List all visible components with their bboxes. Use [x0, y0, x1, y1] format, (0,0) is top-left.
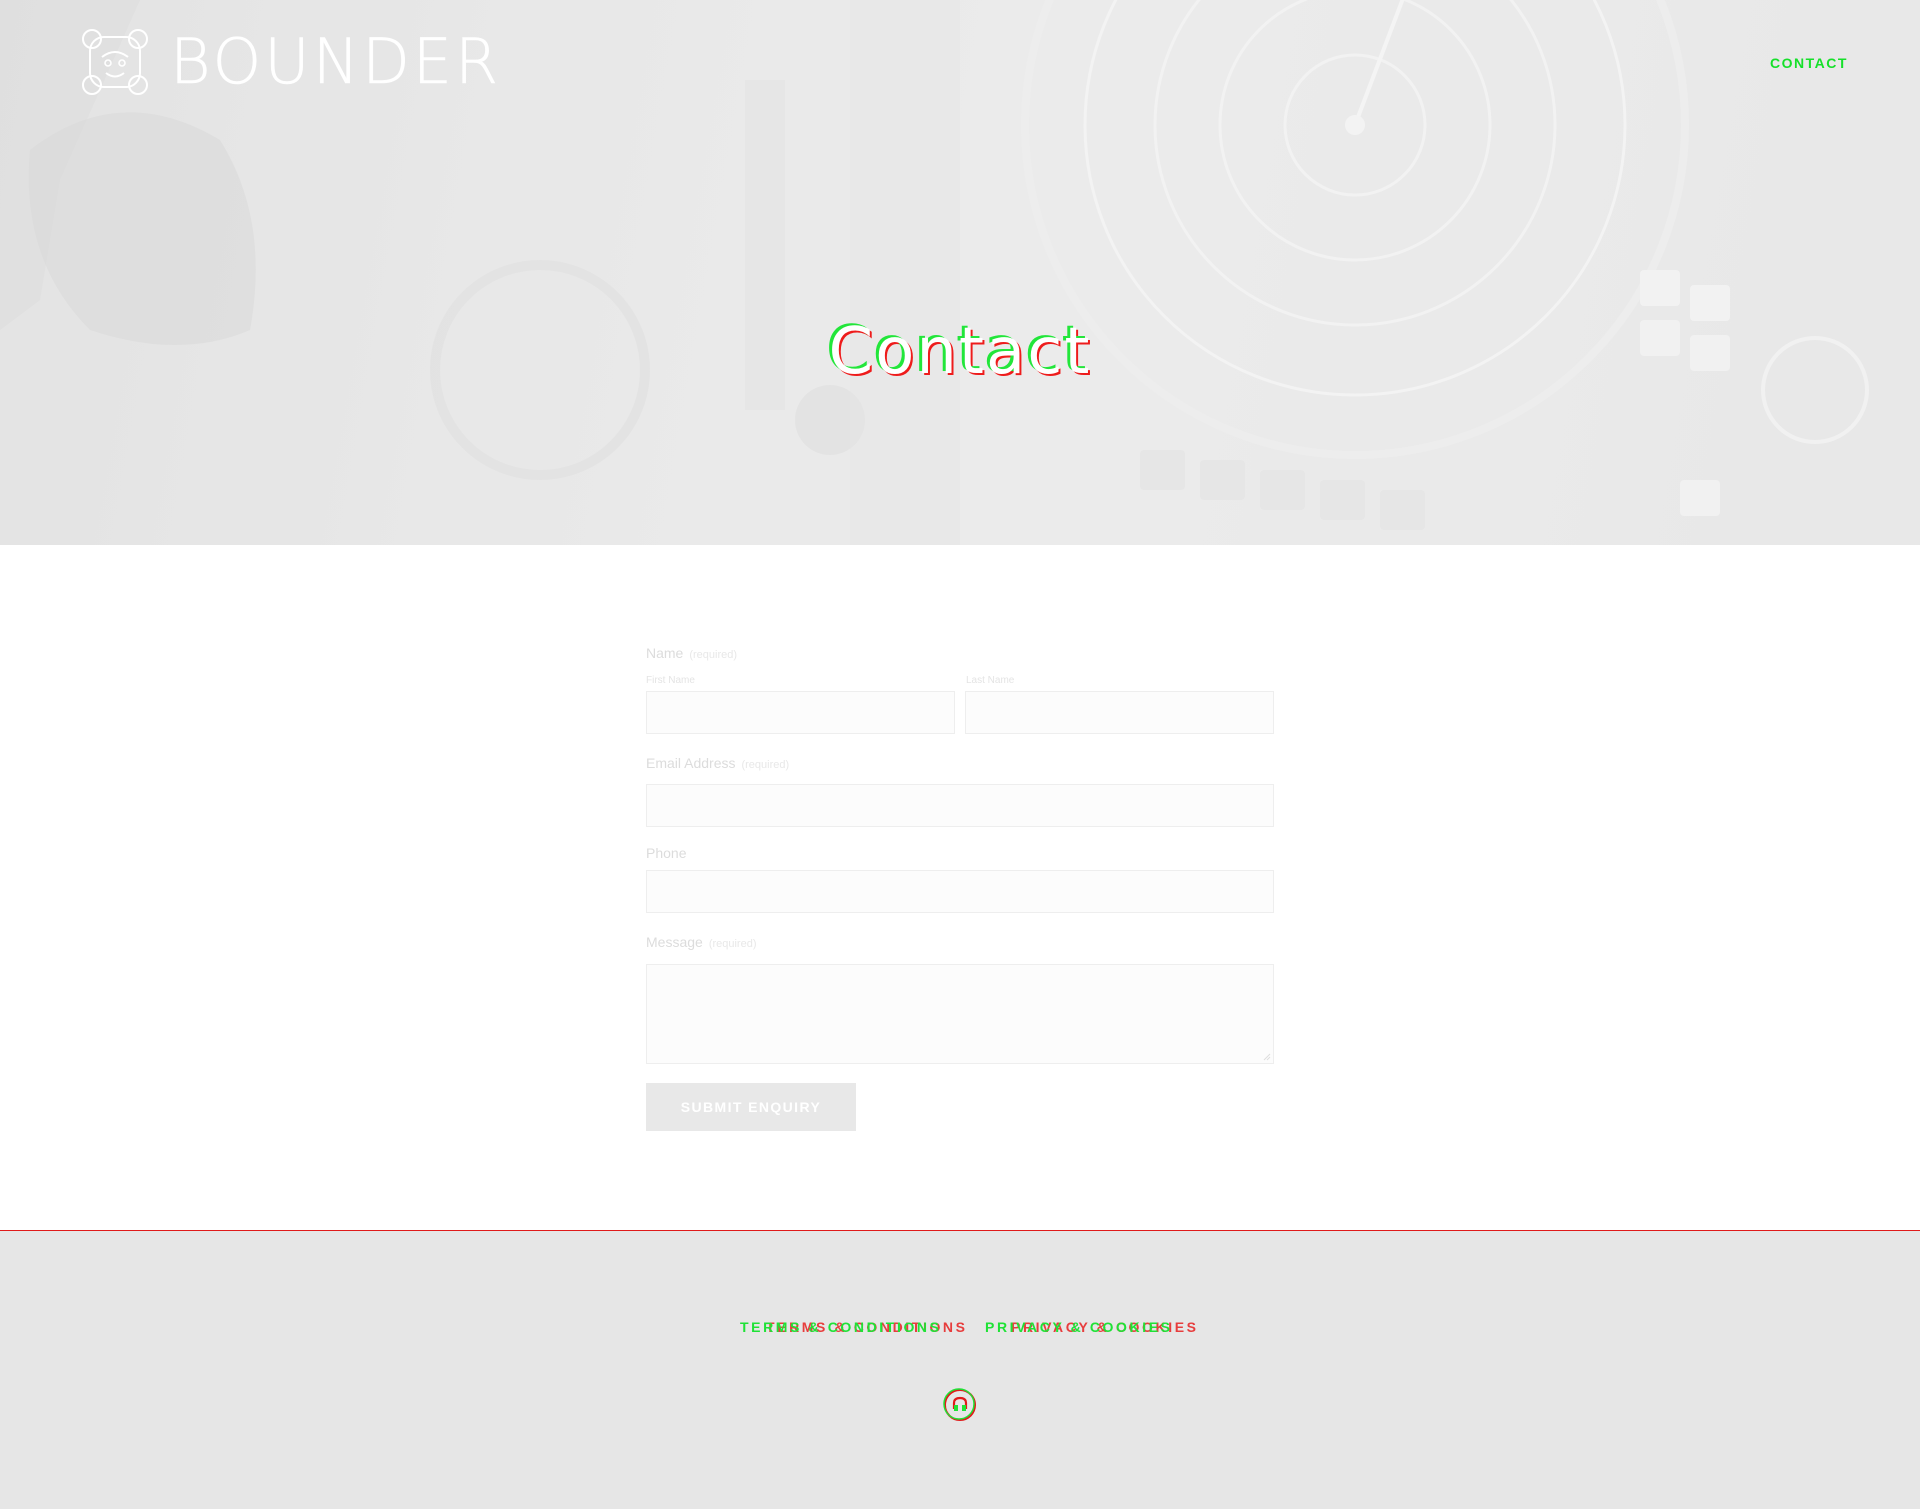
email-field[interactable]: [646, 784, 1274, 827]
page-title: Contact: [828, 315, 1092, 389]
nav-link-contact[interactable]: CONTACT: [1770, 55, 1848, 71]
message-required-note: (required): [708, 938, 757, 950]
last-name-field[interactable]: [965, 691, 1274, 734]
first-name-label: First Name: [646, 675, 695, 686]
bounder-logo-icon: [82, 29, 148, 95]
email-label: Email Address (required): [646, 755, 789, 771]
resize-handle-icon[interactable]: [1263, 1053, 1271, 1061]
footer-link-terms[interactable]: TERMS & CONDITIONS: [740, 1318, 942, 1336]
message-textarea[interactable]: [646, 964, 1274, 1064]
name-label-text: Name: [646, 645, 684, 661]
site-footer: TERMS & CONDITIONS PRIVACY & COOKIES: [0, 1230, 1920, 1509]
footer-links: TERMS & CONDITIONS PRIVACY & COOKIES: [0, 1318, 1920, 1338]
submit-enquiry-button[interactable]: SUBMIT ENQUIRY: [646, 1083, 856, 1131]
message-label-text: Message: [646, 934, 703, 950]
social-circle-icon[interactable]: [943, 1388, 977, 1422]
email-required-note: (required): [741, 759, 790, 771]
brand-name: BOUNDER: [170, 25, 502, 98]
name-label: Name (required): [646, 645, 737, 661]
phone-field[interactable]: [646, 870, 1274, 913]
email-label-text: Email Address: [646, 755, 736, 771]
footer-link-privacy[interactable]: PRIVACY & COOKIES: [985, 1318, 1173, 1336]
first-name-field[interactable]: [646, 691, 955, 734]
phone-label: Phone: [646, 845, 687, 861]
name-required-note: (required): [689, 649, 738, 661]
message-label: Message (required): [646, 934, 757, 950]
last-name-label: Last Name: [966, 675, 1015, 686]
brand-logo[interactable]: BOUNDER: [80, 26, 501, 98]
